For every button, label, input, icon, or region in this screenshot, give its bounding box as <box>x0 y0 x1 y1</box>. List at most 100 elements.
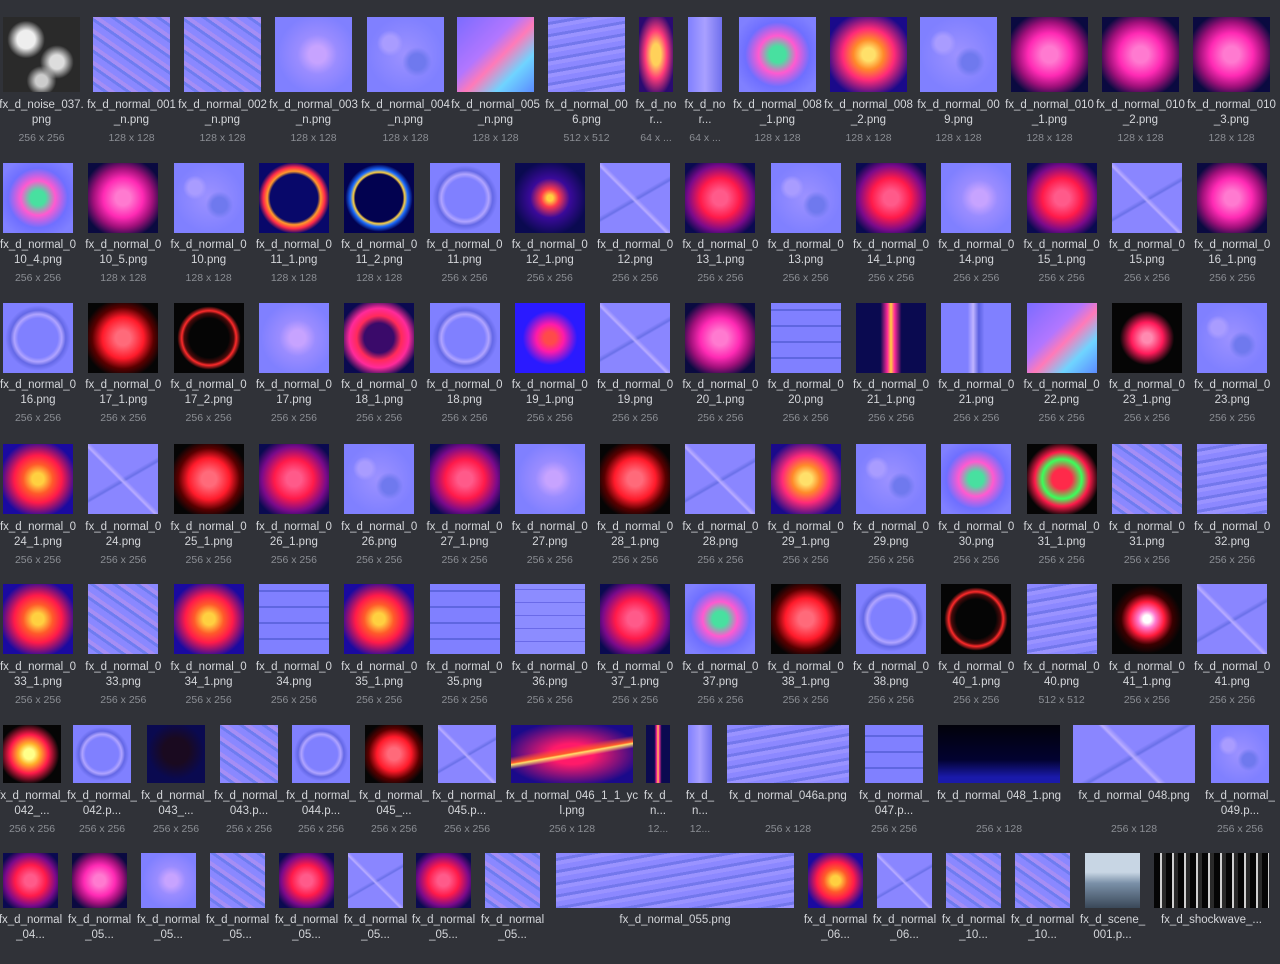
asset-tile-fx-d-normal-05[interactable]: fx_d_normal_05... <box>275 853 338 964</box>
asset-tile-fx-d-normal-003-n-png[interactable]: fx_d_normal_003_n.png 128 x 128 <box>269 17 358 146</box>
asset-tile-fx-d-normal-021-1-png[interactable]: fx_d_normal_021_1.png 256 x 256 <box>853 303 929 426</box>
asset-tile-fx-d-normal-045[interactable]: fx_d_normal_045_... 256 x 256 <box>359 725 429 837</box>
asset-tile-fx-d-normal-10[interactable]: fx_d_normal_10... <box>1011 853 1074 964</box>
asset-tile-fx-d-normal-035-1-png[interactable]: fx_d_normal_035_1.png 256 x 256 <box>341 584 417 708</box>
asset-tile-fx-d-normal-018-png[interactable]: fx_d_normal_018.png 256 x 256 <box>426 303 503 426</box>
asset-tile-fx-d-normal-015-png[interactable]: fx_d_normal_015.png 256 x 256 <box>1109 163 1185 286</box>
asset-tile-fx-d-normal-011-2-png[interactable]: fx_d_normal_011_2.png 128 x 128 <box>341 163 417 286</box>
asset-tile-fx-d-normal-014-png[interactable]: fx_d_normal_014.png 256 x 256 <box>938 163 1014 286</box>
asset-tile-fx-d-normal-020-1-png[interactable]: fx_d_normal_020_1.png 256 x 256 <box>682 303 758 426</box>
asset-tile-fx-d-normal-037-png[interactable]: fx_d_normal_037.png 256 x 256 <box>682 584 758 708</box>
asset-tile-fx-d-normal-041-1-png[interactable]: fx_d_normal_041_1.png 256 x 256 <box>1109 584 1185 708</box>
asset-tile-fx-d-normal-013-1-png[interactable]: fx_d_normal_013_1.png 256 x 256 <box>682 163 758 286</box>
asset-tile-fx-d-shockwave[interactable]: fx_d_shockwave_... <box>1154 853 1269 964</box>
asset-tile-fx-d-normal-031-1-png[interactable]: fx_d_normal_031_1.png 256 x 256 <box>1024 444 1100 568</box>
asset-tile-fx-d-normal-010-2-png[interactable]: fx_d_normal_010_2.png 128 x 128 <box>1096 17 1185 146</box>
asset-tile-fx-d-normal-004-n-png[interactable]: fx_d_normal_004_n.png 128 x 128 <box>361 17 450 146</box>
asset-tile-fx-d-normal-034-png[interactable]: fx_d_normal_034.png 256 x 256 <box>256 584 332 708</box>
asset-tile-fx-d-normal-043[interactable]: fx_d_normal_043_... 256 x 256 <box>141 725 211 837</box>
asset-tile-fx-d-normal-048-png[interactable]: fx_d_normal_048.png 256 x 128 <box>1073 725 1195 837</box>
asset-tile-fx-d-normal-05[interactable]: fx_d_normal_05... <box>206 853 269 964</box>
asset-tile-fx-d-normal-031-png[interactable]: fx_d_normal_031.png 256 x 256 <box>1109 444 1185 568</box>
asset-tile-fx-d-normal-029-png[interactable]: fx_d_normal_029.png 256 x 256 <box>853 444 929 568</box>
asset-tile-fx-d-normal-032-png[interactable]: fx_d_normal_032.png 256 x 256 <box>1194 444 1270 568</box>
asset-tile-fx-d-normal-022-png[interactable]: fx_d_normal_022.png 256 x 256 <box>1024 303 1100 426</box>
asset-tile-fx-d-normal-033-1-png[interactable]: fx_d_normal_033_1.png 256 x 256 <box>0 584 76 708</box>
asset-tile-fx-d-normal-040-png[interactable]: fx_d_normal_040.png 512 x 512 <box>1024 584 1100 708</box>
asset-tile-fx-d-normal-041-png[interactable]: fx_d_normal_041.png 256 x 256 <box>1194 584 1270 708</box>
asset-tile-fx-d-normal-015-1-png[interactable]: fx_d_normal_015_1.png 256 x 256 <box>1024 163 1100 286</box>
asset-tile-fx-d-normal-016-png[interactable]: fx_d_normal_016.png 256 x 256 <box>0 303 76 426</box>
asset-tile-fx-d-normal-019-png[interactable]: fx_d_normal_019.png 256 x 256 <box>597 303 673 426</box>
asset-tile-fx-d-normal-016-1-png[interactable]: fx_d_normal_016_1.png 256 x 256 <box>1194 163 1270 286</box>
asset-tile-fx-d-normal-04[interactable]: fx_d_normal_04... <box>0 853 62 964</box>
asset-tile-fx-d-normal-006-png[interactable]: fx_d_normal_006.png 512 x 512 <box>545 17 628 146</box>
asset-tile-fx-d-normal-05[interactable]: fx_d_normal_05... <box>481 853 544 964</box>
asset-tile-fx-d-normal-028-1-png[interactable]: fx_d_normal_028_1.png 256 x 256 <box>597 444 673 568</box>
asset-tile-fx-d-normal-06[interactable]: fx_d_normal_06... <box>873 853 936 964</box>
asset-tile-fx-d-normal-042-p[interactable]: fx_d_normal_042.p... 256 x 256 <box>67 725 137 837</box>
asset-tile-fx-d-scene-001-p[interactable]: fx_d_scene_001.p... <box>1080 853 1145 964</box>
asset-tile-fx-d-normal-042[interactable]: fx_d_normal_042_... 256 x 256 <box>0 725 67 837</box>
asset-tile-fx-d-normal-024-png[interactable]: fx_d_normal_024.png 256 x 256 <box>85 444 161 568</box>
asset-tile-fx-d-normal-008-1-png[interactable]: fx_d_normal_008_1.png 128 x 128 <box>733 17 822 146</box>
asset-tile-fx-d-normal-013-png[interactable]: fx_d_normal_013.png 256 x 256 <box>768 163 844 286</box>
asset-tile-fx-d-normal-038-png[interactable]: fx_d_normal_038.png 256 x 256 <box>853 584 929 708</box>
asset-tile-fx-d-normal-023-1-png[interactable]: fx_d_normal_023_1.png 256 x 256 <box>1109 303 1185 426</box>
asset-tile-fx-d-normal-036-png[interactable]: fx_d_normal_036.png 256 x 256 <box>512 584 588 708</box>
asset-tile-fx-d-normal-018-1-png[interactable]: fx_d_normal_018_1.png 256 x 256 <box>341 303 417 426</box>
asset-tile-fx-d-normal-012-1-png[interactable]: fx_d_normal_012_1.png 256 x 256 <box>512 163 588 286</box>
asset-tile-fx-d-normal-002-n-png[interactable]: fx_d_normal_002_n.png 128 x 128 <box>178 17 267 146</box>
asset-tile-fx-d-normal-055-png[interactable]: fx_d_normal_055.png <box>556 853 794 964</box>
asset-tile-fx-d-normal-044-p[interactable]: fx_d_normal_044.p... 256 x 256 <box>286 725 356 837</box>
asset-tile-fx-d-normal-05[interactable]: fx_d_normal_05... <box>137 853 200 964</box>
asset-tile-fx-d-normal-026-1-png[interactable]: fx_d_normal_026_1.png 256 x 256 <box>256 444 332 568</box>
asset-tile-fx-d-normal-048-1-png[interactable]: fx_d_normal_048_1.png 256 x 128 <box>937 725 1061 837</box>
asset-tile-fx-d-normal-029-1-png[interactable]: fx_d_normal_029_1.png 256 x 256 <box>768 444 844 568</box>
asset-tile-fx-d-normal-012-png[interactable]: fx_d_normal_012.png 256 x 256 <box>597 163 673 286</box>
asset-tile-fx-d-normal-033-png[interactable]: fx_d_normal_033.png 256 x 256 <box>85 584 161 708</box>
asset-tile-fx-d-normal-027-1-png[interactable]: fx_d_normal_027_1.png 256 x 256 <box>426 444 503 568</box>
asset-tile-fx-d-normal-021-png[interactable]: fx_d_normal_021.png 256 x 256 <box>938 303 1014 426</box>
asset-tile-fx-d-normal-10[interactable]: fx_d_normal_10... <box>942 853 1005 964</box>
asset-tile-fx-d-normal-034-1-png[interactable]: fx_d_normal_034_1.png 256 x 256 <box>171 584 247 708</box>
asset-tile-fx-d-normal-010-png[interactable]: fx_d_normal_010.png 128 x 128 <box>171 163 247 286</box>
asset-tile-fx-d-normal-030-png[interactable]: fx_d_normal_030.png 256 x 256 <box>938 444 1014 568</box>
asset-tile-fx-d-normal-06[interactable]: fx_d_normal_06... <box>804 853 867 964</box>
asset-tile-fx-d-normal-009-png[interactable]: fx_d_normal_009.png 128 x 128 <box>917 17 1000 146</box>
asset-tile-fx-d-nor[interactable]: fx_d_nor... 64 x ... <box>685 17 725 146</box>
asset-tile-fx-d-normal-05[interactable]: fx_d_normal_05... <box>344 853 407 964</box>
asset-tile-fx-d-normal-010-5-png[interactable]: fx_d_normal_010_5.png 128 x 128 <box>85 163 161 286</box>
asset-tile-fx-d-normal-046-1-1-ycl-png[interactable]: fx_d_normal_046_1_1_ycl.png 256 x 128 <box>506 725 638 837</box>
asset-tile-fx-d-normal-010-3-png[interactable]: fx_d_normal_010_3.png 128 x 128 <box>1187 17 1276 146</box>
asset-tile-fx-d-normal-010-1-png[interactable]: fx_d_normal_010_1.png 128 x 128 <box>1005 17 1094 146</box>
asset-tile-fx-d-normal-040-1-png[interactable]: fx_d_normal_040_1.png 256 x 256 <box>938 584 1014 708</box>
asset-tile-fx-d-normal-014-1-png[interactable]: fx_d_normal_014_1.png 256 x 256 <box>853 163 929 286</box>
asset-tile-fx-d-normal-047-p[interactable]: fx_d_normal_047.p... 256 x 256 <box>859 725 929 837</box>
asset-tile-fx-d-normal-049-p[interactable]: fx_d_normal_049.p... 256 x 256 <box>1205 725 1275 837</box>
asset-tile-fx-d-normal-045-p[interactable]: fx_d_normal_045.p... 256 x 256 <box>432 725 502 837</box>
asset-tile-fx-d-normal-011-1-png[interactable]: fx_d_normal_011_1.png 128 x 128 <box>256 163 332 286</box>
asset-tile-fx-d-normal-017-1-png[interactable]: fx_d_normal_017_1.png 256 x 256 <box>85 303 161 426</box>
asset-tile-fx-d-n[interactable]: fx_d_n... 12... <box>644 725 672 837</box>
asset-tile-fx-d-normal-05[interactable]: fx_d_normal_05... <box>412 853 475 964</box>
asset-tile-fx-d-normal-026-png[interactable]: fx_d_normal_026.png 256 x 256 <box>341 444 417 568</box>
asset-tile-fx-d-normal-028-png[interactable]: fx_d_normal_028.png 256 x 256 <box>682 444 758 568</box>
asset-tile-fx-d-normal-010-4-png[interactable]: fx_d_normal_010_4.png 256 x 256 <box>0 163 76 286</box>
asset-tile-fx-d-normal-005-n-png[interactable]: fx_d_normal_005_n.png 128 x 128 <box>451 17 540 146</box>
asset-tile-fx-d-normal-019-1-png[interactable]: fx_d_normal_019_1.png 256 x 256 <box>512 303 588 426</box>
asset-tile-fx-d-normal-037-1-png[interactable]: fx_d_normal_037_1.png 256 x 256 <box>597 584 673 708</box>
asset-tile-fx-d-normal-001-n-png[interactable]: fx_d_normal_001_n.png 128 x 128 <box>87 17 176 146</box>
asset-tile-fx-d-normal-035-png[interactable]: fx_d_normal_035.png 256 x 256 <box>426 584 503 708</box>
asset-tile-fx-d-nor[interactable]: fx_d_nor... 64 x ... <box>636 17 676 146</box>
asset-tile-fx-d-normal-038-1-png[interactable]: fx_d_normal_038_1.png 256 x 256 <box>768 584 844 708</box>
asset-tile-fx-d-normal-027-png[interactable]: fx_d_normal_027.png 256 x 256 <box>512 444 588 568</box>
asset-tile-fx-d-normal-017-2-png[interactable]: fx_d_normal_017_2.png 256 x 256 <box>171 303 247 426</box>
asset-tile-fx-d-normal-043-p[interactable]: fx_d_normal_043.p... 256 x 256 <box>214 725 284 837</box>
asset-tile-fx-d-noise-037-png[interactable]: fx_d_noise_037.png 256 x 256 <box>0 17 84 146</box>
asset-tile-fx-d-normal-025-1-png[interactable]: fx_d_normal_025_1.png 256 x 256 <box>171 444 247 568</box>
asset-tile-fx-d-normal-008-2-png[interactable]: fx_d_normal_008_2.png 128 x 128 <box>824 17 913 146</box>
asset-tile-fx-d-n[interactable]: fx_d_n... 12... <box>686 725 714 837</box>
asset-tile-fx-d-normal-020-png[interactable]: fx_d_normal_020.png 256 x 256 <box>768 303 844 426</box>
asset-tile-fx-d-normal-011-png[interactable]: fx_d_normal_011.png 256 x 256 <box>426 163 503 286</box>
